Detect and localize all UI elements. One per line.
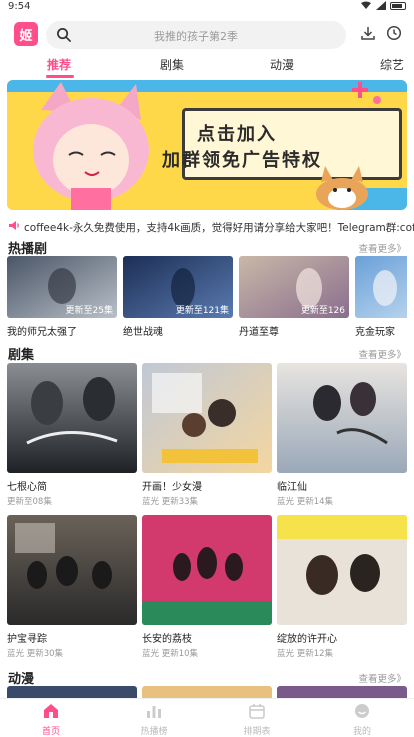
drama-card-title: 绽放的许开心 xyxy=(277,634,337,645)
episode-badge: 更新至25集 xyxy=(65,306,113,316)
history-icon[interactable] xyxy=(386,25,402,41)
drama-card[interactable]: 临江仙 蓝光 更新14集 xyxy=(277,363,407,507)
drama-card-subtitle: 蓝光 更新33集 xyxy=(142,497,199,507)
anime-see-more-link[interactable]: 查看更多》 xyxy=(358,671,406,685)
category-tabs: 推荐 剧集 动漫 综艺 xyxy=(0,54,414,78)
home-icon xyxy=(44,704,58,718)
episode-badge: 更新至126 xyxy=(300,306,345,316)
hot-card[interactable]: 更新至121集 绝世战魂 xyxy=(123,256,233,338)
hot-poster: 更新至121集 xyxy=(123,256,233,318)
notice-marquee[interactable]: coffee4k-永久免费使用，支持4k画质，觉得好用请分享给大家吧！Teleg… xyxy=(0,216,414,236)
drama-card[interactable]: 长安的荔枝 蓝光 更新10集 xyxy=(142,515,272,659)
status-icons xyxy=(360,1,406,10)
drama-poster xyxy=(7,363,137,473)
nav-profile-label: 我的 xyxy=(352,727,371,737)
drama-section-header: 剧集 查看更多》 xyxy=(0,344,414,364)
episode-badge: 更新至121集 xyxy=(175,306,229,316)
wifi-icon xyxy=(361,1,371,9)
drama-card[interactable]: 绽放的许开心 蓝光 更新12集 xyxy=(277,515,407,659)
anime-card-peek[interactable] xyxy=(142,686,272,698)
hot-see-more-link[interactable]: 查看更多》 xyxy=(358,241,406,255)
drama-see-more-link[interactable]: 查看更多》 xyxy=(358,347,406,361)
drama-poster xyxy=(277,363,407,473)
poster-art xyxy=(7,515,137,625)
hot-card[interactable]: 更新至25集 我的师兄太强了 xyxy=(7,256,117,338)
tab-drama[interactable]: 剧集 xyxy=(160,56,184,73)
signal-icon xyxy=(376,1,386,10)
nav-home-label: 首页 xyxy=(41,727,60,737)
drama-card[interactable]: 开画！少女漫 蓝光 更新33集 xyxy=(142,363,272,507)
hot-card-title: 丹道至尊 xyxy=(239,327,279,338)
hot-card[interactable]: 更新至126 丹道至尊 xyxy=(239,256,349,338)
speaker-icon xyxy=(9,221,19,230)
drama-poster xyxy=(7,515,137,625)
drama-poster xyxy=(277,515,407,625)
app-logo[interactable]: 姬 xyxy=(14,22,38,46)
drama-card-title: 临江仙 xyxy=(277,482,307,493)
tab-recommend[interactable]: 推荐 xyxy=(47,56,71,73)
banner-dog-art xyxy=(316,166,368,210)
notice-text: coffee4k-永久免费使用，支持4k画质，觉得好用请分享给大家吧！Teleg… xyxy=(24,222,414,234)
drama-card-title: 开画！少女漫 xyxy=(142,482,202,493)
search-input[interactable]: 我推的孩子第2季 xyxy=(46,21,346,49)
calendar-icon xyxy=(249,704,265,719)
hot-card-title: 绝世战魂 xyxy=(123,327,163,338)
hot-card-title: 克金玩家 xyxy=(355,327,395,338)
status-bar: 9:54 xyxy=(0,0,414,14)
banner-character-art xyxy=(33,82,149,210)
drama-card-subtitle: 蓝光 更新14集 xyxy=(277,497,334,507)
nav-hot-ranking[interactable]: 热播榜 xyxy=(124,703,184,737)
status-time: 9:54 xyxy=(8,1,31,12)
nav-hot-ranking-label: 热播榜 xyxy=(140,727,168,737)
nav-schedule-label: 排期表 xyxy=(243,727,271,737)
anime-section-title: 动漫 xyxy=(8,672,35,687)
chart-icon xyxy=(147,706,161,718)
poster-art xyxy=(142,363,272,473)
poster-art xyxy=(355,256,407,318)
drama-card-subtitle: 蓝光 更新10集 xyxy=(142,649,199,659)
nav-schedule[interactable]: 排期表 xyxy=(227,703,287,737)
hot-poster: 更新至25集 xyxy=(7,256,117,318)
poster-art xyxy=(277,515,407,625)
drama-card-subtitle: 蓝光 更新12集 xyxy=(277,649,334,659)
top-bar: 姬 我推的孩子第2季 xyxy=(0,18,414,52)
banner-title-line2: 加群领免广告特权 xyxy=(162,150,322,171)
battery-icon xyxy=(390,1,406,10)
drama-card-subtitle: 更新至08集 xyxy=(7,497,52,507)
hot-card[interactable]: 克金玩家 xyxy=(355,256,407,338)
logo-glyph: 姬 xyxy=(19,28,33,44)
nav-home[interactable]: 首页 xyxy=(21,703,81,737)
hot-poster xyxy=(355,256,407,318)
hot-poster: 更新至126 xyxy=(239,256,349,318)
poster-art xyxy=(142,515,272,625)
profile-icon xyxy=(355,704,369,718)
hot-card-title: 我的师兄太强了 xyxy=(7,327,77,338)
poster-art xyxy=(7,363,137,473)
drama-poster xyxy=(142,515,272,625)
drama-card-title: 护宝寻踪 xyxy=(7,634,47,645)
drama-card-subtitle: 蓝光 更新30集 xyxy=(7,649,64,659)
bottom-nav: 首页 热播榜 排期表 我的 xyxy=(0,698,414,737)
tab-anime[interactable]: 动漫 xyxy=(270,56,294,73)
drama-card-title: 长安的荔枝 xyxy=(142,634,192,645)
drama-poster xyxy=(142,363,272,473)
tab-indicator xyxy=(46,75,74,78)
banner-title-line1: 点击加入 xyxy=(197,124,277,145)
search-placeholder: 我推的孩子第2季 xyxy=(154,30,238,43)
drama-card[interactable]: 七根心简 更新至08集 xyxy=(7,363,137,507)
anime-section-header: 动漫 查看更多》 xyxy=(0,668,414,688)
hot-section-header: 热播剧 查看更多》 xyxy=(0,238,414,258)
anime-card-peek[interactable] xyxy=(277,686,407,698)
tab-variety[interactable]: 综艺 xyxy=(380,56,404,73)
drama-section-title: 剧集 xyxy=(8,348,35,363)
anime-card-peek[interactable] xyxy=(7,686,137,698)
promo-banner[interactable]: 点击加入 加群领免广告特权 xyxy=(7,80,407,210)
download-icon[interactable] xyxy=(360,25,376,41)
hot-section-title: 热播剧 xyxy=(8,242,48,257)
poster-art xyxy=(277,363,407,473)
drama-card-title: 七根心简 xyxy=(7,482,47,493)
nav-profile[interactable]: 我的 xyxy=(332,703,392,737)
drama-card[interactable]: 护宝寻踪 蓝光 更新30集 xyxy=(7,515,137,659)
